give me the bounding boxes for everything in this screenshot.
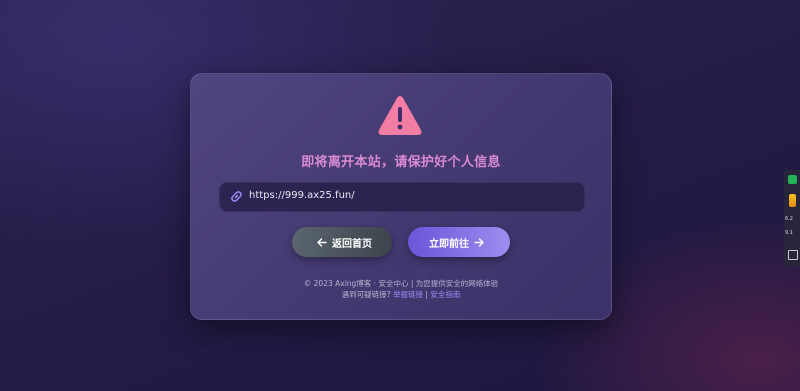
page-title: 即将离开本站，请保护好个人信息	[301, 155, 501, 170]
footer-prompt: 遇到可疑链接?	[341, 290, 391, 299]
url-display: https://999.ax25.fun/	[219, 182, 585, 212]
footer-copyright: © 2023 Axing博客 · 安全中心 | 为您提供安全的网络体验	[303, 279, 499, 288]
link-icon	[231, 191, 242, 202]
safety-guide-link[interactable]: 安全指南	[430, 290, 460, 299]
back-home-label: 返回首页	[332, 238, 372, 250]
battery-icon	[789, 194, 796, 207]
arrow-left-icon	[317, 237, 327, 247]
footer-links: 遇到可疑链接? 举报链接 | 安全指南	[191, 289, 611, 300]
chart-icon	[788, 250, 798, 260]
arrow-right-icon	[474, 237, 484, 247]
proceed-button[interactable]: 立即前往	[408, 227, 510, 257]
shield-icon	[788, 175, 797, 184]
monitor-value-2: 9.1	[785, 230, 793, 236]
footer-separator: |	[425, 290, 428, 299]
target-url: https://999.ax25.fun/	[249, 190, 355, 201]
side-monitor-widget[interactable]: 6.2 9.1	[784, 170, 800, 266]
warning-triangle-icon	[378, 96, 422, 135]
proceed-label: 立即前往	[429, 238, 469, 250]
report-link[interactable]: 举报链接	[393, 290, 423, 299]
leave-site-card: 即将离开本站，请保护好个人信息 https://999.ax25.fun/ 返回…	[190, 73, 612, 320]
back-home-button[interactable]: 返回首页	[292, 227, 392, 257]
monitor-value-1: 6.2	[785, 216, 793, 222]
